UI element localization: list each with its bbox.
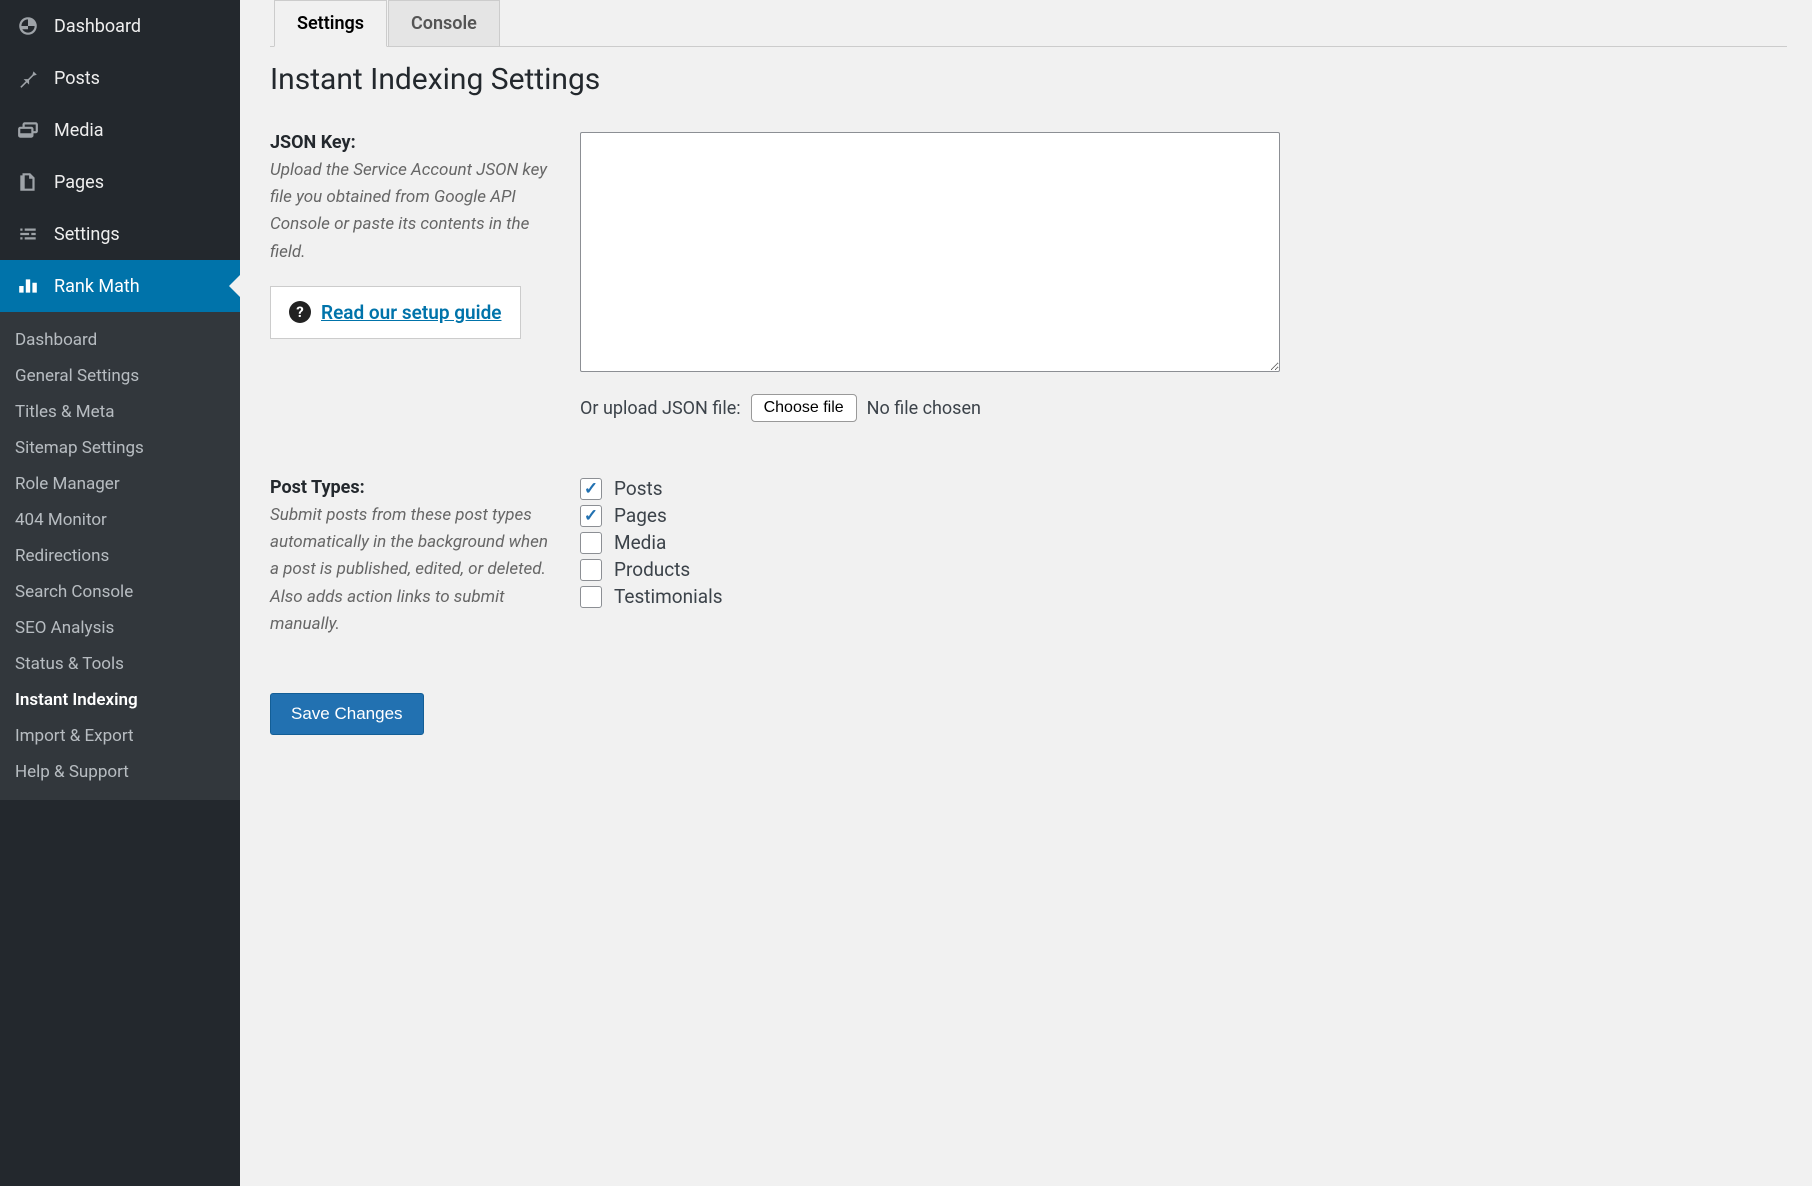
submenu-item-general-settings[interactable]: General Settings — [0, 358, 240, 394]
checkbox-label: Media — [614, 531, 666, 554]
checkbox-row-products: Products — [580, 558, 1787, 581]
tab-settings[interactable]: Settings — [274, 0, 387, 47]
checkbox-row-posts: Posts — [580, 477, 1787, 500]
submenu-item-search-console[interactable]: Search Console — [0, 574, 240, 610]
pages-icon — [15, 169, 41, 195]
submenu-item-dashboard[interactable]: Dashboard — [0, 322, 240, 358]
checkbox-label: Pages — [614, 504, 667, 527]
submenu-item-seo-analysis[interactable]: SEO Analysis — [0, 610, 240, 646]
submenu-item-404-monitor[interactable]: 404 Monitor — [0, 502, 240, 538]
upload-label: Or upload JSON file: — [580, 398, 741, 419]
sidebar-item-label: Rank Math — [54, 276, 140, 297]
sidebar-item-label: Dashboard — [54, 16, 141, 37]
checkbox-row-media: Media — [580, 531, 1787, 554]
post-types-label-col: Post Types: Submit posts from these post… — [270, 477, 580, 638]
checkbox-row-pages: Pages — [580, 504, 1787, 527]
checkbox-pages[interactable] — [580, 505, 602, 527]
submenu-item-redirections[interactable]: Redirections — [0, 538, 240, 574]
json-key-label-col: JSON Key: Upload the Service Account JSO… — [270, 132, 580, 339]
sidebar-submenu: Dashboard General Settings Titles & Meta… — [0, 312, 240, 800]
choose-file-button[interactable]: Choose file — [751, 394, 857, 422]
checkbox-row-testimonials: Testimonials — [580, 585, 1787, 608]
setup-guide-box: ? Read our setup guide — [270, 286, 521, 339]
sidebar-item-rank-math[interactable]: Rank Math — [0, 260, 240, 312]
post-types-input-col: Posts Pages Media Products Testimonials — [580, 477, 1787, 608]
sidebar-item-label: Settings — [54, 224, 120, 245]
tab-nav: Settings Console — [270, 0, 1787, 47]
admin-sidebar: Dashboard Posts Media Pages Settings Ran… — [0, 0, 240, 1186]
submenu-item-import-export[interactable]: Import & Export — [0, 718, 240, 754]
checkbox-products[interactable] — [580, 559, 602, 581]
submenu-item-instant-indexing[interactable]: Instant Indexing — [0, 682, 240, 718]
sidebar-item-media[interactable]: Media — [0, 104, 240, 156]
save-changes-button[interactable]: Save Changes — [270, 693, 424, 735]
main-content: Settings Console Instant Indexing Settin… — [240, 0, 1812, 1186]
media-icon — [15, 117, 41, 143]
upload-row: Or upload JSON file: Choose file No file… — [580, 394, 1787, 422]
submenu-item-status-tools[interactable]: Status & Tools — [0, 646, 240, 682]
sidebar-item-posts[interactable]: Posts — [0, 52, 240, 104]
checkbox-label: Posts — [614, 477, 663, 500]
json-key-row: JSON Key: Upload the Service Account JSO… — [270, 132, 1787, 422]
sidebar-item-settings[interactable]: Settings — [0, 208, 240, 260]
post-types-label: Post Types: — [270, 477, 560, 498]
submenu-item-role-manager[interactable]: Role Manager — [0, 466, 240, 502]
json-key-textarea[interactable] — [580, 132, 1280, 372]
no-file-text: No file chosen — [867, 398, 981, 419]
sidebar-item-label: Media — [54, 120, 104, 141]
chart-icon — [15, 273, 41, 299]
post-types-row: Post Types: Submit posts from these post… — [270, 477, 1787, 638]
dashboard-icon — [15, 13, 41, 39]
help-icon: ? — [289, 301, 311, 323]
checkbox-media[interactable] — [580, 532, 602, 554]
json-key-label: JSON Key: — [270, 132, 560, 153]
page-title: Instant Indexing Settings — [270, 62, 1787, 97]
json-key-description: Upload the Service Account JSON key file… — [270, 157, 560, 266]
pin-icon — [15, 65, 41, 91]
checkbox-posts[interactable] — [580, 478, 602, 500]
submenu-item-titles-meta[interactable]: Titles & Meta — [0, 394, 240, 430]
post-types-description: Submit posts from these post types autom… — [270, 502, 560, 638]
sidebar-item-label: Posts — [54, 68, 100, 89]
sidebar-item-pages[interactable]: Pages — [0, 156, 240, 208]
sidebar-item-label: Pages — [54, 172, 104, 193]
submenu-item-help-support[interactable]: Help & Support — [0, 754, 240, 790]
checkbox-list: Posts Pages Media Products Testimonials — [580, 477, 1787, 608]
checkbox-testimonials[interactable] — [580, 586, 602, 608]
json-key-input-col: Or upload JSON file: Choose file No file… — [580, 132, 1787, 422]
settings-slider-icon — [15, 221, 41, 247]
checkbox-label: Products — [614, 558, 690, 581]
submenu-item-sitemap-settings[interactable]: Sitemap Settings — [0, 430, 240, 466]
checkbox-label: Testimonials — [614, 585, 723, 608]
sidebar-item-dashboard[interactable]: Dashboard — [0, 0, 240, 52]
setup-guide-link[interactable]: Read our setup guide — [321, 301, 502, 324]
tab-console[interactable]: Console — [388, 0, 500, 47]
